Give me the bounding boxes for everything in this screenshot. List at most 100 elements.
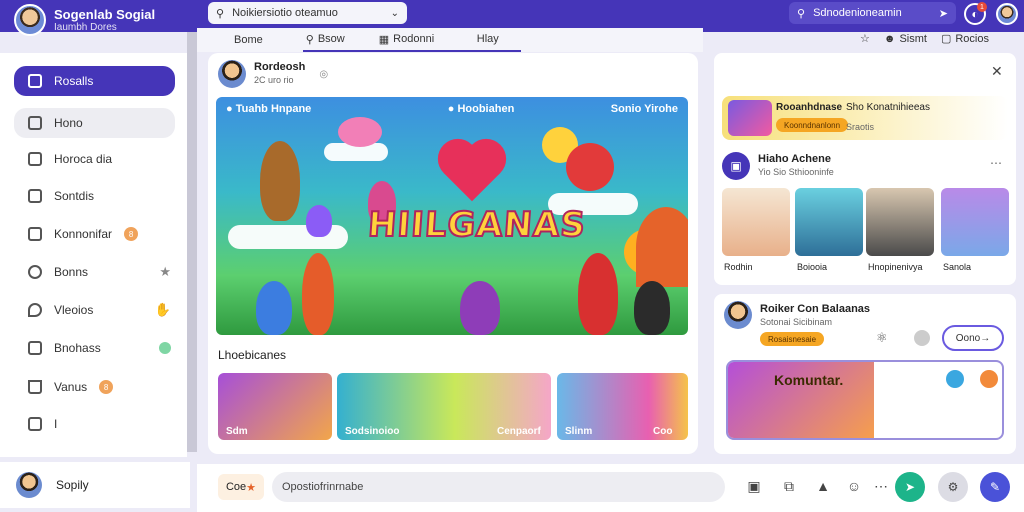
settings-button[interactable]: ⚙ — [938, 472, 968, 502]
thumbnail-label: Slinm — [565, 426, 593, 437]
photo-tile[interactable] — [941, 188, 1009, 256]
header-link-rocios[interactable]: ▢ Rocios — [941, 32, 989, 46]
bookmark-icon — [28, 152, 42, 166]
more-options-icon[interactable]: ⋯ — [872, 477, 890, 495]
thumbnail-card[interactable]: Sdm — [218, 373, 332, 440]
sidebar-item-konnonifar[interactable]: Konnonifar 8 — [14, 219, 175, 249]
photo-tile[interactable] — [866, 188, 934, 256]
balloon-shape — [338, 117, 382, 147]
location-icon — [28, 303, 42, 317]
search-icon — [28, 265, 42, 279]
user-icon[interactable]: ☺ — [845, 477, 863, 495]
grid-icon — [28, 74, 42, 88]
komuntar-title: Komuntar. — [774, 372, 844, 388]
thumbnail-card[interactable]: Slinm Coo — [557, 373, 688, 440]
promo-pill[interactable]: Koonndnanlonn — [776, 118, 849, 132]
thumbnail-label: Cenpaorf — [497, 426, 541, 437]
child-figure — [460, 281, 500, 335]
sidebar-item-i[interactable]: I — [14, 409, 175, 439]
photo-tile[interactable] — [722, 188, 790, 256]
sidebar-item-label: I — [54, 417, 58, 431]
header-link-sismt[interactable]: ☻ Sismt — [884, 33, 927, 45]
smiley-icon[interactable] — [980, 370, 998, 388]
user-avatar[interactable] — [996, 3, 1018, 25]
photo-label: Boiooia — [797, 262, 828, 272]
brand[interactable]: Sogenlab Sogial Iaumbh Dores — [14, 4, 155, 36]
sidebar-item-rosalls[interactable]: Rosalls — [14, 66, 175, 96]
emoji-icon[interactable] — [914, 330, 930, 346]
secondary-search[interactable]: ⚲ Sdnodenioneamin ➤ — [789, 2, 956, 24]
chevron-down-icon[interactable]: ⌄ — [391, 8, 399, 19]
photo-tile[interactable] — [795, 188, 863, 256]
sidebar-item-hono[interactable]: Hono — [14, 108, 175, 138]
promo-side-text: Sho Konatnihieeas — [846, 102, 930, 113]
sidebar-item-horoca-dia[interactable]: Horoca dia — [14, 144, 175, 174]
search-icon: ⚲ — [797, 7, 806, 20]
search-input[interactable]: ⚲ Noikiersiotio oteamuo ⌄ — [208, 2, 407, 24]
message-placeholder: Opostiofrinrnabe — [282, 481, 364, 493]
promo-title: Rooanhdnase — [776, 102, 843, 113]
komuntar-card[interactable]: Komuntar. — [726, 360, 1004, 440]
search-placeholder: Noikiersiotio oteamuo — [232, 7, 338, 19]
center-divider — [187, 32, 197, 452]
thumbnail-card[interactable]: Sodsinoioo Cenpaorf — [337, 373, 551, 440]
sidebar-item-vleoios[interactable]: Vleoios ✋ — [14, 295, 175, 325]
count-badge: 8 — [124, 227, 139, 241]
avatar[interactable] — [724, 301, 752, 329]
hero-tag-right: Sonio Yirohe — [610, 103, 678, 115]
tab-bsow[interactable]: ⚲ Bsow — [302, 28, 375, 52]
tab-rodonni[interactable]: ▦ Rodonni — [374, 28, 439, 52]
sidebar-item-bonns[interactable]: Bonns ★ — [14, 257, 175, 287]
emoji-chip[interactable]: Coe ★ — [218, 474, 264, 500]
star-icon[interactable]: ★ — [159, 264, 171, 280]
hero-image[interactable]: ● Tuahb Hnpane ● Hoobiahen Sonio Yirohe … — [216, 97, 688, 335]
bell-icon — [28, 380, 42, 394]
sidebar-item-sontdis[interactable]: Sontdis — [14, 181, 175, 211]
star-icon[interactable]: ☆ — [860, 32, 870, 45]
bell-icon[interactable]: ▲ — [814, 477, 832, 495]
document-icon — [28, 341, 42, 355]
sidebar-footer-user[interactable]: Sopily — [0, 462, 190, 508]
footer-username: Sopily — [56, 478, 89, 492]
new-post-button[interactable]: ✎ — [980, 472, 1010, 502]
heart-icon[interactable] — [946, 370, 964, 388]
send-button[interactable]: ➤ — [895, 472, 925, 502]
notifications-icon[interactable]: ◐ 1 — [964, 2, 987, 25]
section-title: Lhoebicanes — [218, 348, 287, 362]
image-icon[interactable]: ▣ — [745, 477, 763, 495]
sidebar-item-bnohass[interactable]: Bnohass — [14, 333, 175, 363]
tab-label: Bsow — [317, 33, 345, 45]
hero-title: HIILGANAS — [366, 204, 589, 246]
more-options-icon[interactable]: ⋯ — [990, 156, 1002, 170]
message-input[interactable]: Opostiofrinrnabe — [272, 472, 725, 502]
group-icon[interactable]: ▣ — [722, 152, 750, 180]
calendar-icon — [28, 189, 42, 203]
promo-banner[interactable]: Rooanhdnase Sho Konatnihieeas Koonndnanl… — [722, 96, 1008, 140]
thumbnail-label: Sdm — [226, 426, 248, 437]
hand-icon[interactable]: ✋ — [155, 302, 171, 318]
send-icon[interactable]: ➤ — [939, 7, 948, 20]
sidebar-item-label: Vleoios — [54, 303, 94, 317]
card-subtitle: Sotonai Sicibinam — [760, 317, 833, 327]
thumbnail-label: Coo — [653, 426, 673, 437]
share-icon[interactable]: ⚛ — [876, 330, 888, 346]
card-title[interactable]: Roiker Con Balaanas — [760, 303, 870, 316]
brand-subtitle: Iaumbh Dores — [54, 21, 117, 33]
child-figure — [578, 253, 618, 335]
tab-hlay[interactable]: Hlay — [438, 28, 521, 52]
promo-small-text: Sraotis — [846, 122, 875, 132]
action-button[interactable]: Oono → — [942, 325, 1004, 351]
attachment-icon[interactable]: ⧉ — [780, 477, 798, 495]
sidebar-item-vanus[interactable]: Vanus 8 — [14, 372, 175, 402]
card-pill[interactable]: Rosaisnesaie — [760, 332, 825, 346]
close-icon[interactable]: ✕ — [991, 63, 1003, 80]
avatar[interactable] — [218, 60, 246, 88]
sidebar-item-label: Rosalls — [54, 74, 94, 88]
post-author[interactable]: Rordeosh — [254, 61, 305, 74]
sidebar-item-label: Sontdis — [54, 189, 95, 203]
mascot-figure — [566, 143, 614, 191]
secondary-search-text: Sdnodenioneamin — [813, 7, 902, 19]
profile-avatar[interactable] — [14, 4, 46, 36]
group-title[interactable]: Hiaho Achene — [758, 153, 834, 166]
tab-bome[interactable]: Bome — [234, 28, 263, 52]
